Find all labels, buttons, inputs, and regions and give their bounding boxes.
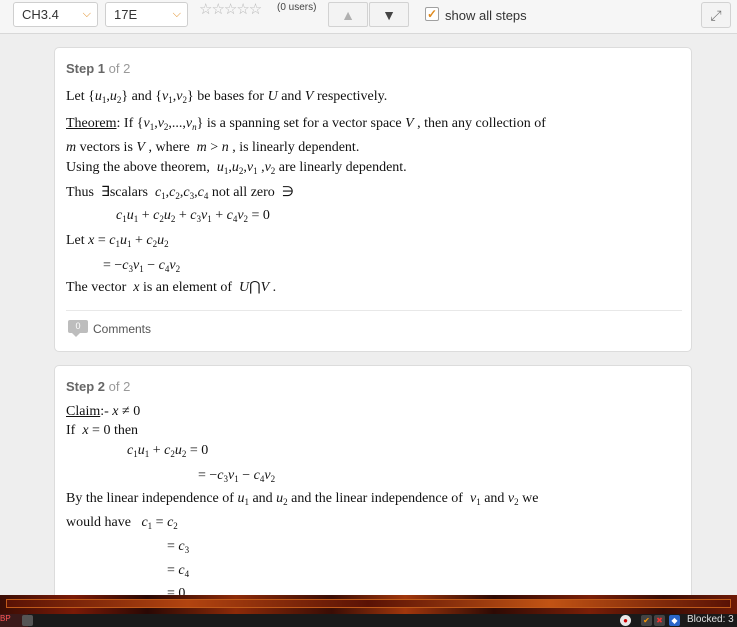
step-2-card: Step 2 of 2 Claim:- x ≠ 0 If x = 0 then … [54,365,692,605]
solution-line: c1u1 + c2u2 + c3v1 + c4v2 = 0 [116,208,270,224]
solution-line: The vector x is an element of U⋂V . [66,280,277,295]
up-arrow-icon: ▲ [341,7,355,23]
solution-line: Let x = c1u1 + c2u2 [66,233,169,249]
fullscreen-icon: ⤢ [710,7,722,23]
problem-select[interactable]: 17E ⌵ [105,2,188,27]
comment-count-badge[interactable]: 0 [68,320,88,337]
rating-users-count: (0 users) [277,2,317,13]
fullscreen-button[interactable]: ⤢ [701,2,731,28]
addon-icon[interactable]: ✔ [641,615,652,626]
step-label: Step 2 [66,379,106,394]
solution-line: Theorem: If {v1,v2,...,vn} is a spanning… [66,116,546,132]
shield-icon[interactable]: ◆ [669,615,680,626]
divider [66,310,682,311]
solution-line: = −c3v1 − c4v2 [103,258,181,274]
previous-step-button[interactable]: ▲ [328,2,368,27]
record-icon[interactable]: ● [620,615,631,626]
solution-line: Let {u1,u2} and {v1,v2} be bases for U a… [66,89,388,105]
adblock-icon[interactable]: ✖ [654,615,665,626]
chevron-down-icon: ⌵ [172,8,181,20]
solution-line: would have c1 = c2 [66,515,178,531]
solution-line: Using the above theorem, u1,u2,v1 ,v2 ar… [66,160,407,176]
blocked-count: Blocked: 3 [687,614,734,625]
chapter-select[interactable]: CH3.4 ⌵ [13,2,98,27]
step-title: Step 2 of 2 [66,379,130,394]
show-all-steps-label[interactable]: show all steps [445,8,527,23]
chevron-down-icon: ⌵ [82,8,91,20]
solution-line: = c3 [167,539,190,555]
show-all-steps-checkbox[interactable]: ✓ [425,7,439,21]
down-arrow-icon: ▼ [382,7,396,23]
solution-line: = c4 [167,563,190,579]
solution-line: m vectors is V , where m > n , is linear… [66,140,360,155]
browser-status-bar: BP ● ✔ ✖ ◆ Blocked: 3 [0,614,737,627]
browser-theme-bar [0,595,737,614]
dot-icon [22,615,33,626]
step-title: Step 1 of 2 [66,61,130,76]
problem-select-value: 17E [114,7,138,22]
checkmark-icon: ✓ [426,7,438,21]
horizontal-scrollbar[interactable] [6,599,731,608]
solution-line: By the linear independence of u1 and u2 … [66,491,539,507]
toolbar: CH3.4 ⌵ 17E ⌵ ☆☆☆☆☆ (0 users) ▲ ▼ ✓ show… [0,0,737,34]
step-count: of 2 [108,379,131,394]
solution-line: Claim:- x ≠ 0 [66,404,141,419]
solution-line: Thus ∃scalars c1,c2,c3,c4 not all zero ∋ [66,185,294,201]
comments-link[interactable]: Comments [93,322,151,336]
solution-line: = −c3v1 − c4v2 [198,468,276,484]
rating-stars[interactable]: ☆☆☆☆☆ [199,0,262,18]
solution-line: If x = 0 then [66,423,139,438]
next-step-button[interactable]: ▼ [369,2,409,27]
step-1-card: Step 1 of 2 Let {u1,u2} and {v1,v2} be b… [54,47,692,352]
step-label: Step 1 [66,61,106,76]
step-count: of 2 [108,61,131,76]
solution-line: c1u1 + c2u2 = 0 [127,443,209,459]
chapter-select-value: CH3.4 [22,7,59,22]
